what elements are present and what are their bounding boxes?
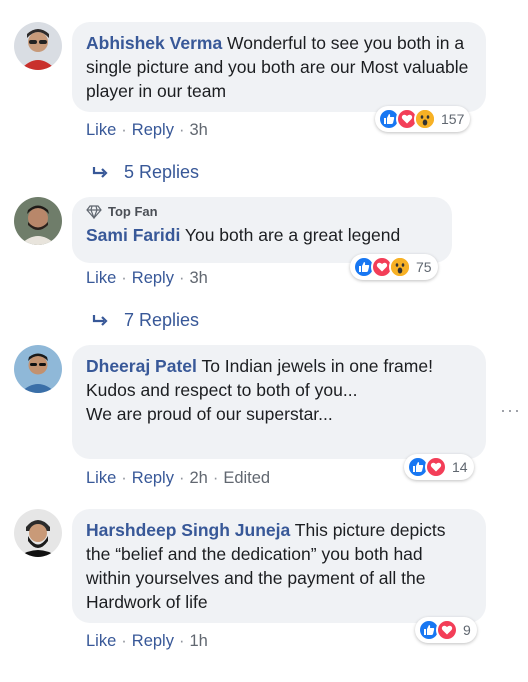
comment-bubble: Harshdeep Singh Juneja This picture depi… (72, 509, 486, 623)
replies-label: 5 Replies (124, 162, 200, 182)
reaction-summary[interactable]: 157 (375, 106, 471, 132)
reply-arrow-icon (92, 166, 108, 178)
reply-link[interactable]: Reply (132, 469, 174, 488)
comment-actions: Like · Reply · 1h (86, 632, 208, 651)
comment-author[interactable]: Sami Faridi (86, 225, 180, 245)
view-replies-button[interactable]: 7 Replies (92, 310, 199, 331)
love-reaction-icon (425, 456, 447, 478)
reply-link[interactable]: Reply (132, 269, 174, 288)
reaction-summary[interactable]: 9 (415, 617, 477, 643)
view-replies-button[interactable]: 5 Replies (92, 162, 199, 183)
comment-text: You both are a great legend (184, 225, 401, 245)
more-options-icon[interactable]: ··· (500, 400, 521, 421)
comment-actions: Like · Reply · 3h (86, 269, 208, 288)
edited-label[interactable]: Edited (223, 469, 270, 488)
comment-actions: Like · Reply · 2h · Edited (86, 469, 271, 488)
comment-bubble: Abhishek Verma Wonderful to see you both… (72, 22, 486, 112)
avatar[interactable] (14, 345, 62, 393)
comment-author[interactable]: Dheeraj Patel (86, 356, 197, 376)
timestamp[interactable]: 2h (189, 469, 207, 488)
comment-author[interactable]: Harshdeep Singh Juneja (86, 520, 290, 540)
comment-actions: Like · Reply · 3h (86, 121, 208, 140)
timestamp[interactable]: 3h (189, 269, 207, 288)
top-fan-badge: Top Fan (86, 203, 438, 221)
love-reaction-icon (436, 619, 458, 641)
top-fan-label: Top Fan (108, 204, 158, 219)
top-fan-diamond-icon (86, 205, 102, 219)
reaction-count: 9 (463, 622, 471, 638)
comment-bubble: Dheeraj Patel To Indian jewels in one fr… (72, 345, 486, 459)
reply-arrow-icon (92, 314, 108, 326)
comment-text-line-1: To Indian jewels in one frame! (201, 356, 433, 376)
wow-reaction-icon (389, 256, 411, 278)
avatar[interactable] (14, 509, 62, 557)
reaction-count: 157 (441, 111, 465, 127)
replies-label: 7 Replies (124, 310, 200, 330)
timestamp[interactable]: 3h (189, 121, 207, 140)
wow-reaction-icon (414, 108, 436, 130)
comment-author[interactable]: Abhishek Verma (86, 33, 222, 53)
reply-link[interactable]: Reply (132, 121, 174, 140)
like-link[interactable]: Like (86, 469, 116, 488)
comment-text-line-2: Kudos and respect to both of you... (86, 380, 358, 400)
reaction-count: 14 (452, 459, 468, 475)
comment-text-line-3: We are proud of our superstar... (86, 404, 333, 424)
reaction-count: 75 (416, 259, 432, 275)
avatar[interactable] (14, 22, 62, 70)
timestamp[interactable]: 1h (189, 632, 207, 651)
reaction-summary[interactable]: 75 (350, 254, 438, 280)
reaction-summary[interactable]: 14 (404, 454, 474, 480)
like-link[interactable]: Like (86, 269, 116, 288)
like-link[interactable]: Like (86, 121, 116, 140)
reply-link[interactable]: Reply (132, 632, 174, 651)
like-link[interactable]: Like (86, 632, 116, 651)
avatar[interactable] (14, 197, 62, 245)
